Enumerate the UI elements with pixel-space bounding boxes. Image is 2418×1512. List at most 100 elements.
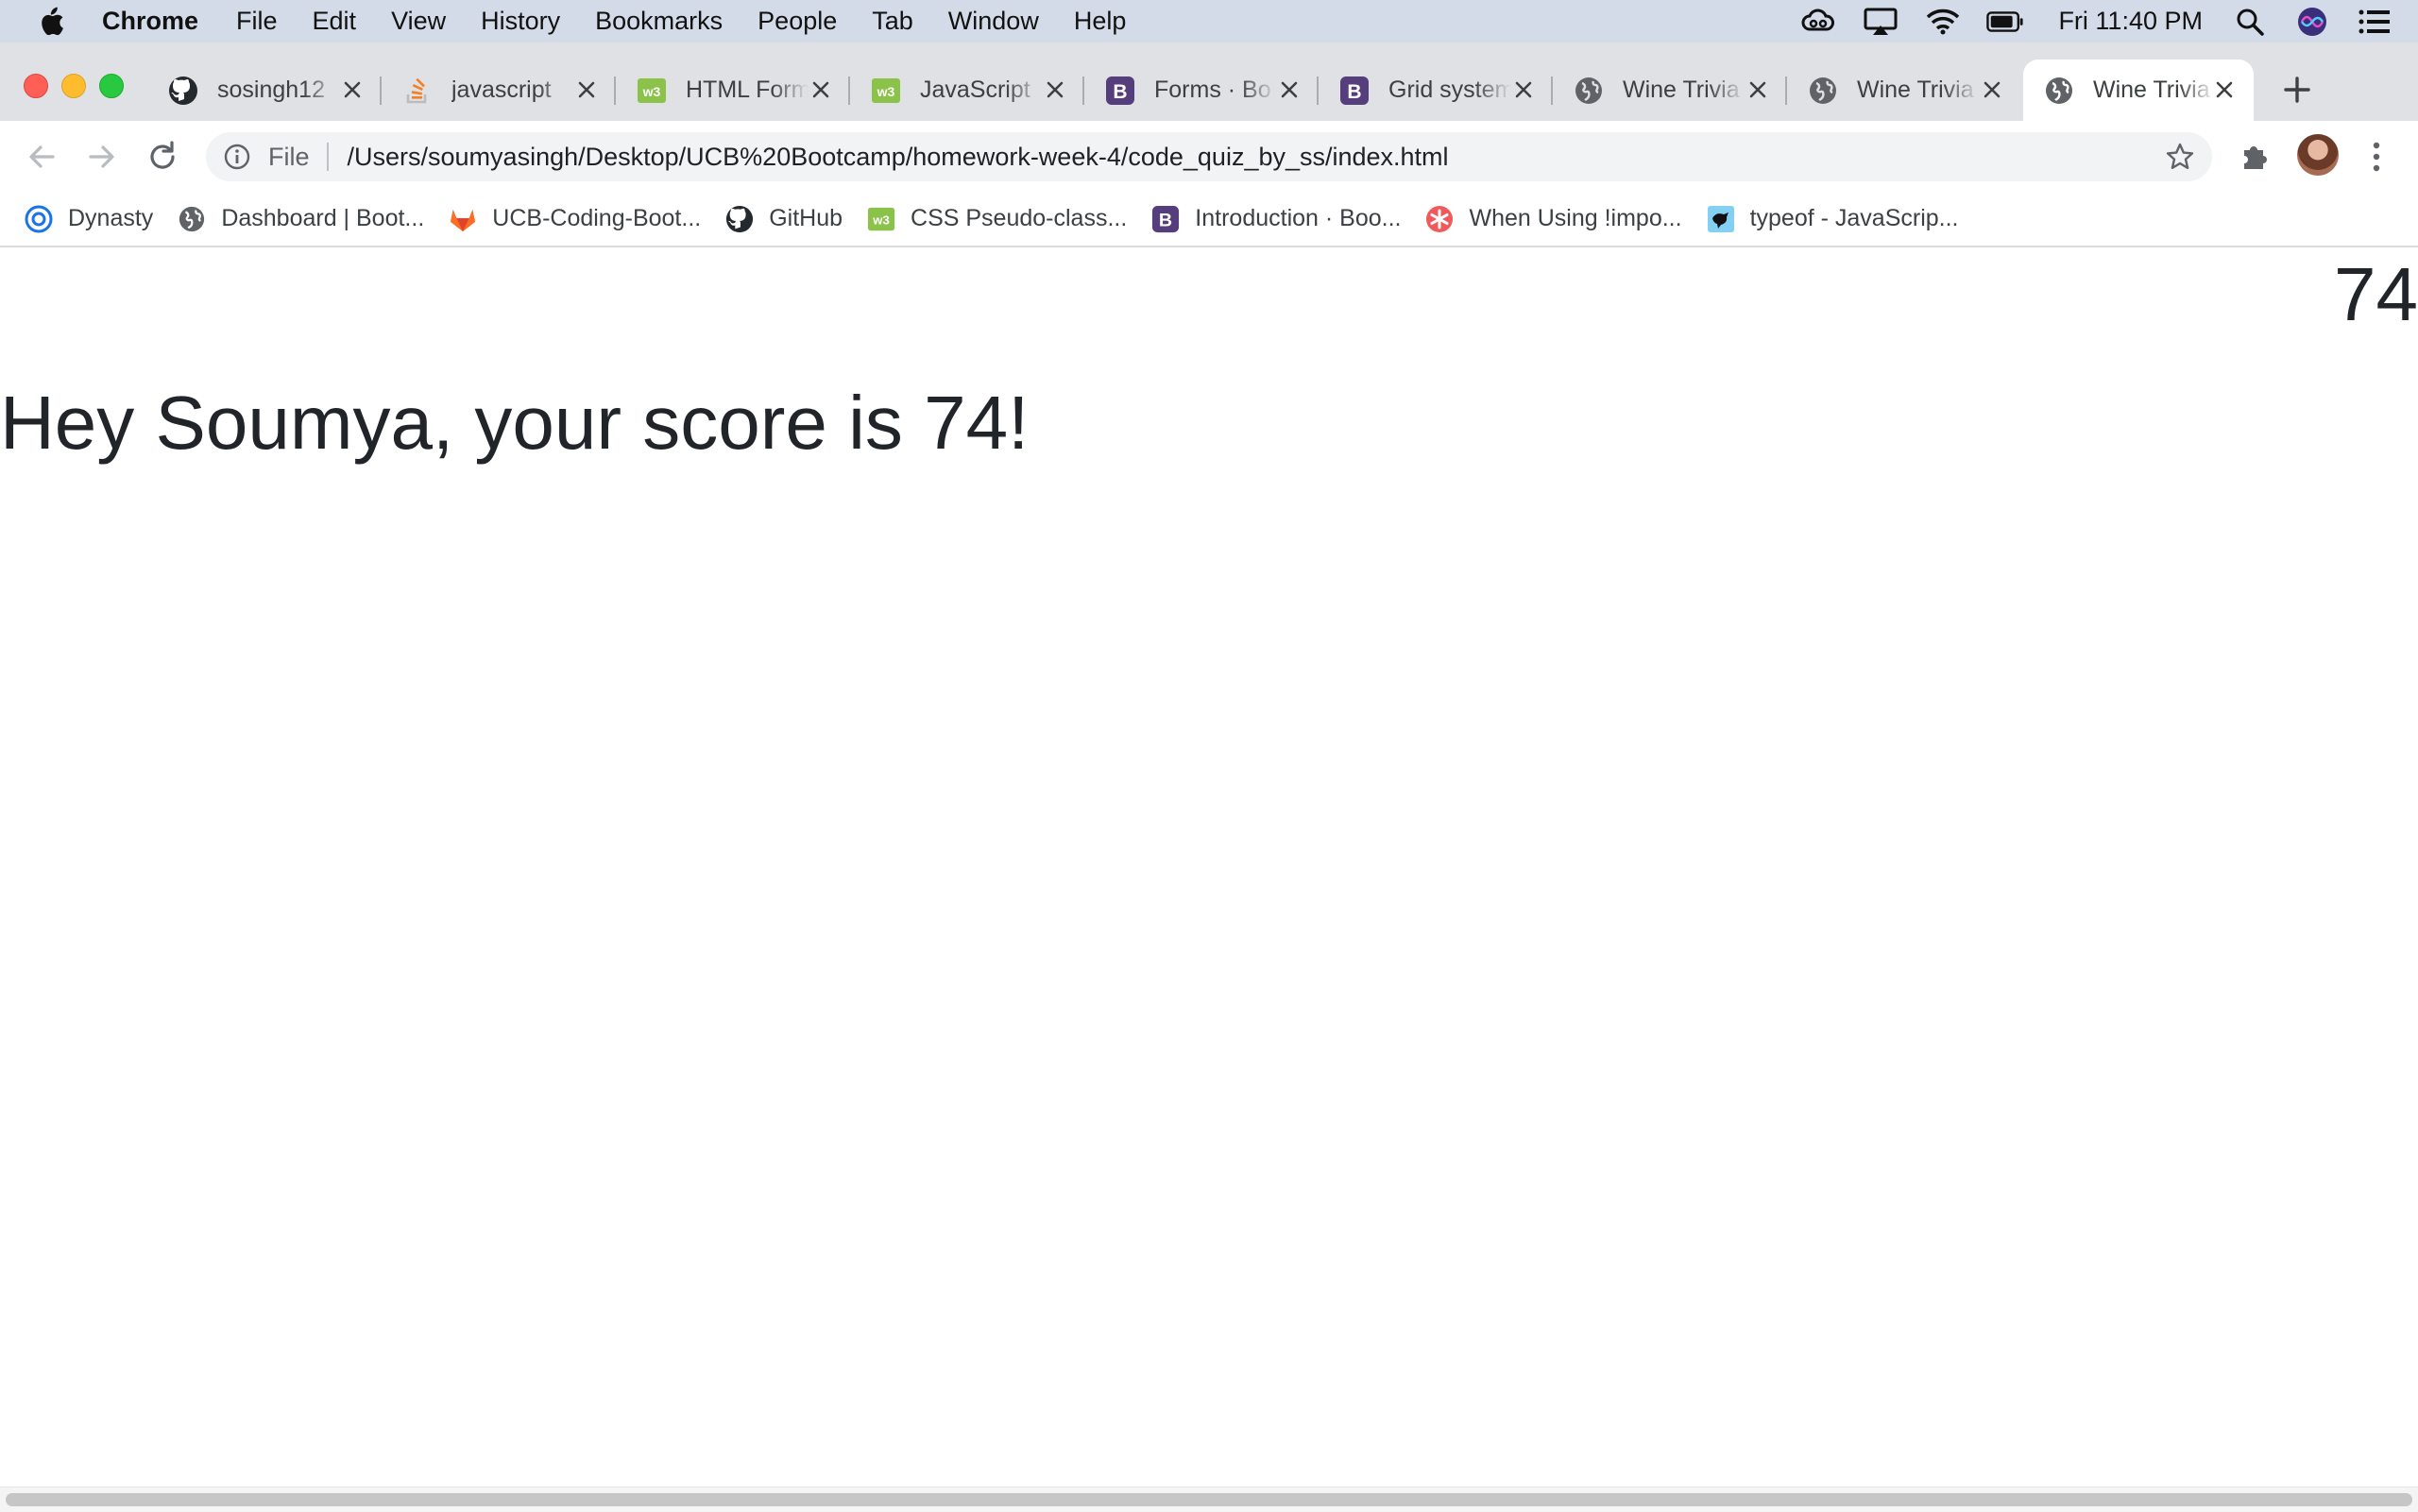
svg-text:B: B: [1159, 210, 1172, 230]
tab-strip: sosingh12 javascript w3 HTML Form w3 Jav…: [0, 42, 2418, 121]
profile-avatar[interactable]: [2297, 134, 2339, 176]
bootstrap-icon: B: [1339, 76, 1370, 106]
globe-icon: [178, 205, 206, 233]
w3schools-icon: w3: [637, 76, 667, 106]
menu-tab[interactable]: Tab: [872, 7, 913, 36]
menu-help[interactable]: Help: [1074, 7, 1127, 36]
tab-close-icon[interactable]: [340, 77, 365, 102]
window-close-button[interactable]: [24, 74, 48, 98]
browser-tab[interactable]: B Grid system: [1319, 59, 1553, 121]
notification-center-icon[interactable]: [2356, 7, 2393, 37]
browser-tab[interactable]: B Forms · Bo: [1084, 59, 1319, 121]
spotlight-search-icon[interactable]: [2231, 7, 2269, 37]
browser-tab[interactable]: w3 HTML Form: [616, 59, 850, 121]
horizontal-scrollbar[interactable]: [0, 1487, 2418, 1512]
globe-icon: [1808, 76, 1838, 106]
bookmark-label: Dynasty: [68, 205, 154, 231]
svg-text:B: B: [1113, 81, 1127, 103]
bookmark-label: UCB-Coding-Boot...: [492, 205, 702, 231]
browser-tab[interactable]: Wine Trivia: [1553, 59, 1787, 121]
tab-title: javascript: [451, 76, 552, 103]
window-zoom-button[interactable]: [99, 74, 124, 98]
bookmark-label: Dashboard | Boot...: [221, 205, 425, 231]
menu-file[interactable]: File: [236, 7, 278, 36]
bootstrap-icon: B: [1151, 205, 1180, 233]
github-icon: [725, 205, 754, 233]
address-bar[interactable]: File /Users/soumyasingh/Desktop/UCB%20Bo…: [206, 132, 2212, 181]
tab-title: JavaScript: [920, 76, 1030, 103]
globe-icon: [1574, 76, 1604, 106]
apple-icon[interactable]: [38, 7, 64, 37]
menu-window[interactable]: Window: [948, 7, 1039, 36]
tab-title: sosingh12: [217, 76, 325, 103]
svg-text:w3: w3: [872, 212, 890, 227]
browser-tab[interactable]: w3 JavaScript: [850, 59, 1084, 121]
tab-close-icon[interactable]: [2212, 77, 2237, 102]
bookmark-item[interactable]: GitHub: [725, 205, 843, 233]
mdn-icon: [1707, 205, 1735, 233]
tab-close-icon[interactable]: [1043, 77, 1067, 102]
tab-close-icon[interactable]: [1980, 77, 2004, 102]
bookmark-item[interactable]: typeof - JavaScrip...: [1707, 205, 1959, 233]
more-menu-icon[interactable]: [2361, 138, 2392, 176]
airplay-icon[interactable]: [1862, 7, 1899, 37]
menu-history[interactable]: History: [481, 7, 560, 36]
page-viewport: 74 Hey Soumya, your score is 74!: [0, 247, 2418, 1487]
bookmark-label: When Using !impo...: [1469, 205, 1682, 231]
url-scheme-label: File: [268, 142, 310, 171]
bookmark-item[interactable]: When Using !impo...: [1425, 205, 1682, 233]
dynasty-icon: [25, 205, 53, 233]
bookmark-item[interactable]: UCB-Coding-Boot...: [449, 205, 701, 233]
score-counter: 74: [2334, 252, 2418, 336]
menu-app-name[interactable]: Chrome: [102, 7, 198, 36]
browser-tab-active[interactable]: Wine Trivia: [2023, 59, 2254, 121]
menu-people[interactable]: People: [758, 7, 837, 36]
bookmark-label: GitHub: [769, 205, 843, 231]
browser-tab[interactable]: sosingh12: [147, 59, 382, 121]
new-tab-plus-icon[interactable]: [2278, 71, 2316, 109]
tab-title: Wine Trivia: [1857, 76, 1974, 103]
w3schools-icon: w3: [867, 205, 895, 233]
browser-tab[interactable]: javascript: [382, 59, 616, 121]
w3schools-icon: w3: [871, 76, 901, 106]
wifi-icon[interactable]: [1924, 7, 1962, 37]
tab-title: Grid system: [1388, 76, 1511, 103]
tab-close-icon[interactable]: [1745, 77, 1770, 102]
window-minimize-button[interactable]: [61, 74, 86, 98]
omnibox-divider: [326, 143, 329, 171]
extensions-puzzle-icon[interactable]: [2239, 139, 2273, 173]
site-info-icon[interactable]: [223, 143, 251, 171]
bookmark-item[interactable]: B Introduction · Boo...: [1151, 205, 1401, 233]
battery-icon[interactable]: [1986, 7, 2024, 37]
tab-close-icon[interactable]: [809, 77, 833, 102]
menu-edit[interactable]: Edit: [313, 7, 357, 36]
forward-arrow-icon[interactable]: [83, 138, 121, 176]
bookmark-label: typeof - JavaScrip...: [1749, 205, 1959, 231]
creative-cloud-icon[interactable]: [1799, 7, 1837, 37]
tab-close-icon[interactable]: [1511, 77, 1536, 102]
tab-title: Forms · Bo: [1154, 76, 1271, 103]
tab-title: HTML Form: [686, 76, 809, 103]
bookmark-item[interactable]: Dynasty: [25, 205, 153, 233]
siri-icon[interactable]: [2293, 7, 2331, 37]
result-message: Hey Soumya, your score is 74!: [0, 381, 1030, 465]
menubar-clock[interactable]: Fri 11:40 PM: [2058, 7, 2203, 36]
tab-close-icon[interactable]: [574, 77, 599, 102]
bookmarks-bar: Dynasty Dashboard | Boot... UCB-Coding-B…: [0, 192, 2418, 247]
menu-view[interactable]: View: [391, 7, 446, 36]
bookmark-item[interactable]: Dashboard | Boot...: [178, 205, 424, 233]
scrollbar-thumb[interactable]: [6, 1493, 2412, 1506]
svg-text:B: B: [1347, 81, 1361, 103]
url-text[interactable]: /Users/soumyasingh/Desktop/UCB%20Bootcam…: [348, 143, 1449, 172]
bookmark-item[interactable]: w3 CSS Pseudo-class...: [867, 205, 1127, 233]
tab-title: Wine Trivia: [2093, 76, 2210, 103]
back-arrow-icon[interactable]: [23, 138, 60, 176]
reload-icon[interactable]: [144, 138, 181, 176]
tab-close-icon[interactable]: [1277, 77, 1302, 102]
globe-icon: [2044, 76, 2074, 106]
asterisk-icon: [1425, 205, 1454, 233]
browser-tab[interactable]: Wine Trivia: [1787, 59, 2021, 121]
bookmark-label: CSS Pseudo-class...: [911, 205, 1128, 231]
bookmark-star-icon[interactable]: [2165, 142, 2195, 172]
menu-bookmarks[interactable]: Bookmarks: [595, 7, 723, 36]
